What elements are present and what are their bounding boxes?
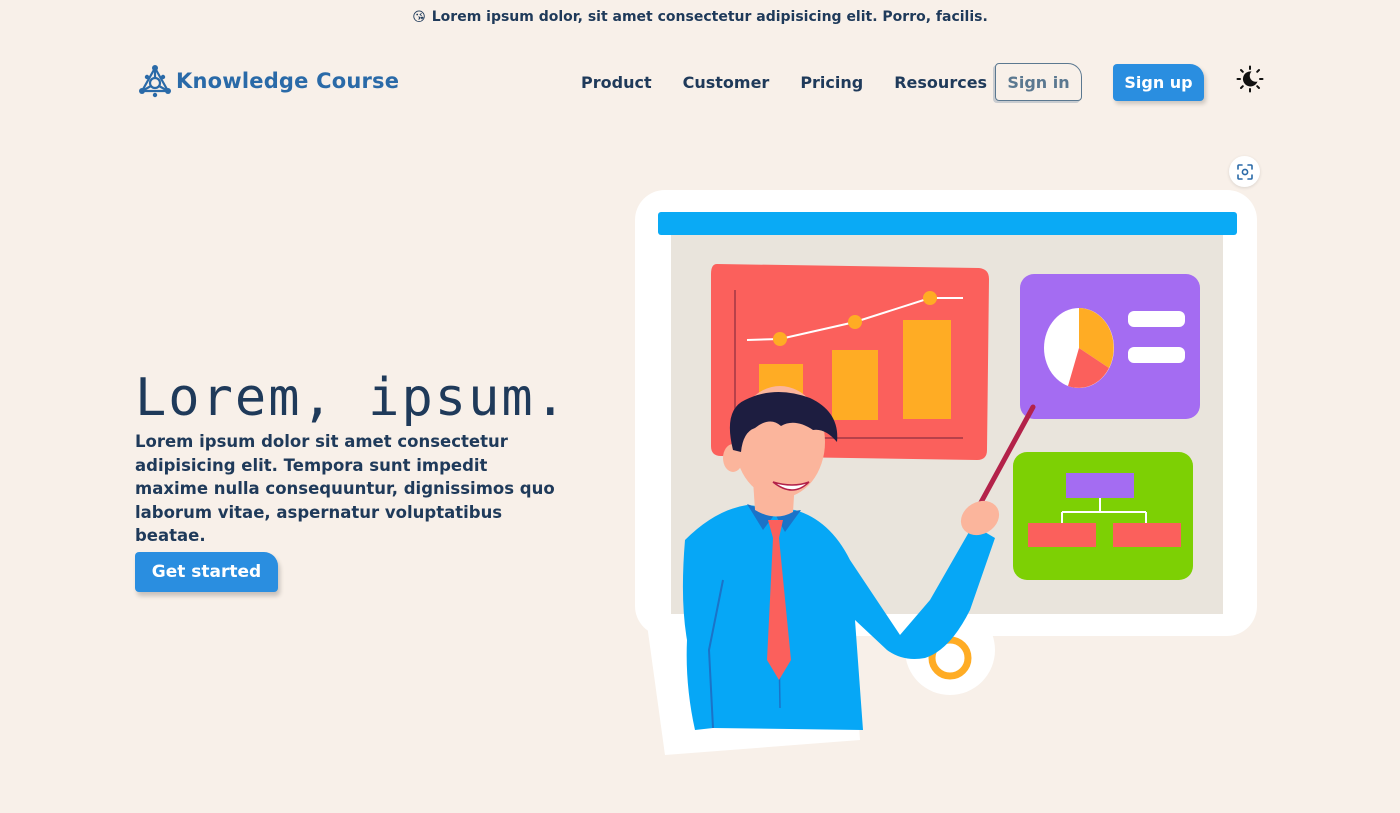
org-chart-card (1013, 452, 1193, 580)
top-navigation: Knowledge Course Product Customer Pricin… (135, 60, 1270, 108)
nav-link-resources[interactable]: Resources (894, 73, 987, 92)
visual-search-icon (1236, 163, 1253, 180)
announcement-text: Lorem ipsum dolor, sit amet consectetur … (431, 9, 988, 25)
pie-chart-card (1020, 274, 1200, 419)
theme-toggle-button[interactable] (1236, 65, 1264, 93)
announcement-bar: 😘 Lorem ipsum dolor, sit amet consectetur… (0, 9, 1400, 25)
logo[interactable]: Knowledge Course (139, 64, 399, 98)
nav-link-pricing[interactable]: Pricing (800, 73, 863, 92)
moon-sun-icon (1236, 65, 1264, 93)
hero-description: Lorem ipsum dolor sit amet consectetur a… (135, 432, 555, 545)
logo-text: Knowledge Course (176, 69, 400, 93)
get-started-button[interactable]: Get started (135, 552, 278, 592)
sign-in-button[interactable]: Sign in (995, 63, 1082, 101)
network-triangle-icon (139, 65, 171, 98)
nav-link-product[interactable]: Product (581, 73, 652, 92)
kiss-emoji-icon: 😘 (412, 10, 426, 25)
board-top-bar (658, 212, 1237, 235)
nav-link-customer[interactable]: Customer (683, 73, 770, 92)
hero-title: Lorem, ipsum. (135, 368, 568, 428)
nav-links: Product Customer Pricing Resources (581, 73, 987, 92)
presenter-illustration (635, 190, 1257, 755)
sign-up-button[interactable]: Sign up (1113, 64, 1204, 101)
